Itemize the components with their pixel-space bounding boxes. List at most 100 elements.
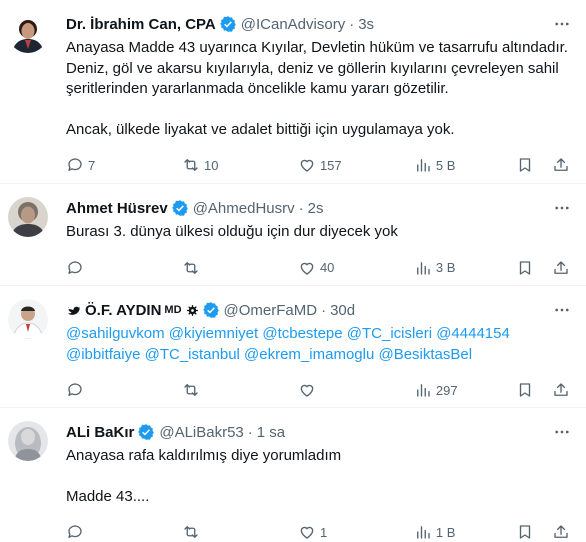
text-line (66, 100, 570, 120)
tweet-text: Anayasa rafa kaldırılmış diye yorumladım… (66, 446, 570, 507)
action-bar: 40 3 B (66, 249, 570, 287)
avatar[interactable] (8, 13, 48, 53)
gear-icon (186, 304, 198, 316)
text-line: Madde 43.... (66, 487, 150, 505)
share-icon[interactable] (552, 523, 570, 541)
share-icon[interactable] (552, 259, 570, 277)
mentions-line[interactable]: @sahilguvkom @kiyiemniyet @tcbestepe @TC… (66, 324, 570, 345)
retweet-icon (184, 159, 198, 171)
more-icon[interactable] (552, 422, 572, 442)
text-line: Anayasa Madde 43 uyarınca Kıyılar, Devle… (66, 39, 568, 56)
reply-icon (68, 260, 82, 274)
verified-badge-icon (171, 200, 188, 216)
retweet-button[interactable] (182, 523, 298, 541)
retweet-icon (184, 526, 198, 538)
reply-icon (68, 158, 82, 171)
display-name[interactable]: Ö.F. AYDIN (85, 302, 161, 319)
display-name[interactable]: ALi BaKır (66, 424, 134, 441)
timestamp[interactable]: 30d (330, 302, 355, 319)
like-count: 157 (319, 157, 342, 173)
retweet-button[interactable]: 10 (182, 156, 298, 174)
action-bar: 1 1 B (66, 513, 570, 542)
bookmark-share-group (516, 523, 570, 541)
retweet-button[interactable] (182, 381, 298, 399)
tweet-text: @sahilguvkom @kiyiemniyet @tcbestepe @TC… (66, 324, 570, 365)
like-button[interactable]: 157 (298, 156, 414, 174)
md-badge: MD (164, 304, 182, 316)
reply-button[interactable] (66, 523, 182, 541)
handle[interactable]: @AhmedHusrv (193, 200, 295, 217)
reply-icon (68, 383, 82, 396)
views-icon (416, 526, 430, 539)
bookmark-icon[interactable] (516, 156, 534, 174)
text-line: şeritlerinden yararlanmada öncelikle kam… (66, 80, 449, 97)
timestamp[interactable]: 1 sa (257, 424, 285, 441)
tweet-1[interactable]: Dr. İbrahim Can, CPA @ICanAdvisory · 3s … (0, 0, 586, 184)
views-icon (416, 159, 430, 172)
bird-icon (67, 306, 80, 315)
tweet-4[interactable]: ALi BaKır @ALiBakr53 · 1 sa Anayasa rafa… (0, 408, 586, 542)
text-line: Burası 3. dünya ülkesi olduğu için dur d… (66, 223, 398, 240)
like-icon (300, 262, 314, 275)
tweet-3[interactable]: Ö.F. AYDIN MD @OmerFaMD · 30d @sahilguvk… (0, 286, 586, 408)
reply-button[interactable]: 7 (66, 156, 182, 174)
mentions-line[interactable]: @ibbitfaiye @TC_istanbul @ekrem_imamoglu… (66, 345, 570, 366)
like-button[interactable] (298, 381, 414, 399)
timestamp[interactable]: 2s (308, 200, 324, 217)
avatar[interactable] (8, 421, 48, 461)
separator-dot: · (349, 15, 355, 33)
text-line (66, 467, 570, 487)
separator-dot: · (321, 301, 327, 319)
separator-dot: · (298, 199, 304, 217)
bookmark-icon[interactable] (516, 259, 534, 277)
like-count: 40 (319, 260, 335, 275)
like-icon (300, 526, 314, 539)
reply-icon (68, 525, 82, 538)
views-count: 1 B (435, 524, 456, 540)
views-count: 297 (435, 382, 458, 398)
bookmark-icon[interactable] (516, 523, 534, 541)
retweet-button[interactable] (182, 259, 298, 277)
more-icon[interactable] (552, 300, 572, 320)
avatar[interactable] (8, 299, 48, 339)
reply-button[interactable] (66, 381, 182, 399)
handle[interactable]: @OmerFaMD (224, 302, 318, 319)
reply-button[interactable] (66, 259, 182, 277)
more-icon[interactable] (552, 198, 572, 218)
handle[interactable]: @ALiBakr53 (159, 424, 243, 441)
bookmark-icon[interactable] (516, 381, 534, 399)
bookmark-share-group (516, 381, 570, 399)
avatar[interactable] (8, 197, 48, 237)
views-icon (416, 261, 430, 275)
handle[interactable]: @ICanAdvisory (241, 16, 345, 33)
like-icon (300, 159, 314, 172)
bookmark-share-group (516, 259, 570, 277)
verified-badge-icon (202, 302, 219, 318)
more-icon[interactable] (552, 14, 572, 34)
display-name[interactable]: Ahmet Hüsrev (66, 200, 168, 217)
like-icon (300, 384, 314, 397)
action-bar: 297 (66, 371, 570, 409)
timestamp[interactable]: 3s (358, 16, 374, 33)
views-icon (416, 384, 430, 397)
like-button[interactable]: 40 (298, 259, 414, 277)
bookmark-share-group (516, 156, 570, 174)
views-count: 3 B (435, 260, 456, 275)
verified-badge-icon (219, 16, 236, 32)
text-line: Ancak, ülkede liyakat ve adalet bittiği … (66, 120, 455, 138)
action-bar: 7 10 157 5 B (66, 146, 570, 184)
views-button[interactable]: 1 B (414, 523, 516, 541)
retweet-icon (184, 384, 198, 396)
retweet-icon (184, 261, 198, 274)
separator-dot: · (247, 423, 253, 441)
share-icon[interactable] (552, 156, 570, 174)
share-icon[interactable] (552, 381, 570, 399)
views-button[interactable]: 297 (414, 381, 516, 399)
verified-badge-icon (138, 424, 155, 440)
tweet-2[interactable]: Ahmet Hüsrev @AhmedHusrv · 2s Burası 3. … (0, 184, 586, 286)
views-button[interactable]: 5 B (414, 156, 516, 174)
display-name[interactable]: Dr. İbrahim Can, CPA (66, 16, 216, 33)
like-button[interactable]: 1 (298, 523, 414, 541)
views-button[interactable]: 3 B (414, 259, 516, 277)
reply-count: 7 (88, 157, 96, 173)
